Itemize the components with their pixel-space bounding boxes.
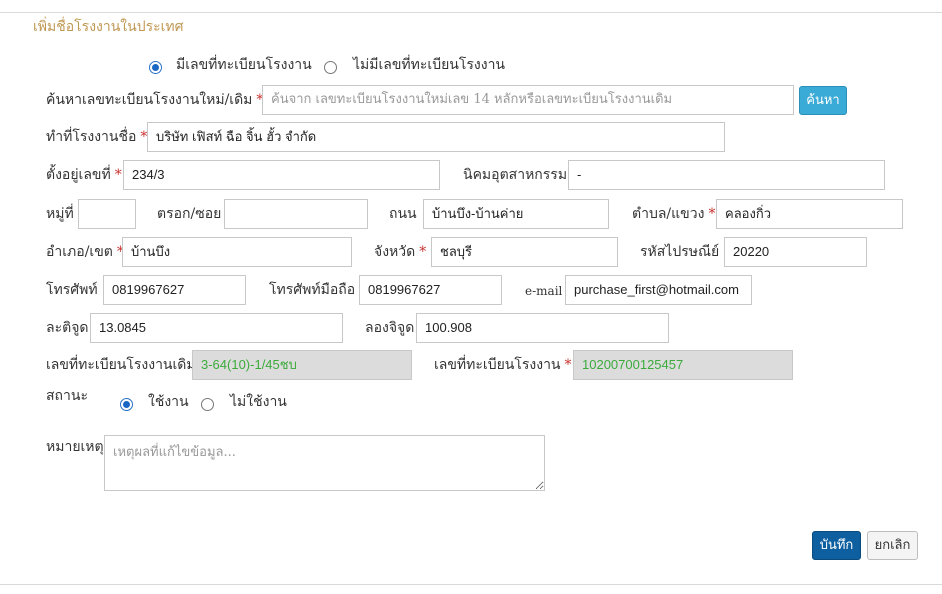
cancel-button[interactable]: ยกเลิก — [867, 531, 918, 560]
section-title: เพิ่มชื่อโรงงานในประเทศ — [33, 19, 184, 35]
moo-input[interactable] — [78, 199, 136, 229]
old-registration-label: เลขที่ทะเบียนโรงงานเดิม — [46, 357, 196, 373]
latitude-input[interactable]: 13.0845 — [90, 313, 343, 343]
bottom-divider — [0, 584, 942, 585]
address-number-input[interactable]: 234/3 — [123, 160, 440, 190]
phone-input[interactable]: 0819967627 — [103, 275, 246, 305]
estate-input[interactable]: - — [568, 160, 885, 190]
search-label: ค้นหาเลขทะเบียนโรงงานใหม่/เดิม * — [46, 92, 264, 108]
address-number-label: ตั้งอยู่เลขที่ * — [46, 167, 122, 183]
status-label: สถานะ — [46, 388, 88, 404]
email-input[interactable]: purchase_first@hotmail.com — [565, 275, 752, 305]
province-input[interactable]: ชลบุรี — [431, 237, 618, 267]
district-label: อำเภอ/เขต * — [46, 244, 124, 260]
latitude-label: ละติจูด — [46, 320, 89, 336]
longitude-label: ลองจิจูด — [365, 320, 415, 336]
radio-has-registration-label[interactable]: มีเลขที่ทะเบียนโรงงาน — [176, 56, 312, 74]
registration-number-field: 10200700125457 — [573, 350, 793, 380]
postcode-label: รหัสไปรษณีย์ — [640, 244, 720, 260]
mobile-input[interactable]: 0819967627 — [359, 275, 502, 305]
district-input[interactable]: บ้านบึง — [122, 237, 352, 267]
top-divider — [0, 12, 942, 13]
required-mark: * — [114, 167, 122, 183]
mobile-label: โทรศัพท์มือถือ — [269, 282, 356, 298]
factory-name-label: ทำที่โรงงานชื่อ * — [46, 129, 148, 145]
phone-label: โทรศัพท์ — [46, 282, 98, 298]
radio-status-active[interactable] — [120, 398, 133, 411]
radio-no-registration[interactable] — [324, 61, 337, 74]
radio-status-active-label[interactable]: ใช้งาน — [148, 393, 189, 411]
search-button[interactable]: ค้นหา — [799, 86, 847, 115]
moo-label: หมู่ที่ — [46, 206, 74, 222]
required-mark: * — [564, 357, 572, 373]
radio-has-registration[interactable] — [149, 61, 162, 74]
soi-input[interactable] — [224, 199, 368, 229]
remark-textarea[interactable] — [104, 435, 545, 491]
required-mark: * — [708, 206, 716, 222]
province-label: จังหวัด * — [374, 244, 427, 260]
required-mark: * — [419, 244, 427, 260]
save-button[interactable]: บันทึก — [812, 531, 861, 560]
soi-label: ตรอก/ซอย — [157, 206, 222, 222]
road-label: ถนน — [389, 206, 417, 222]
registration-number-label: เลขที่ทะเบียนโรงงาน * — [434, 357, 572, 373]
search-input[interactable]: ค้นจาก เลขทะเบียนโรงงานใหม่เลข 14 หลักหร… — [262, 85, 794, 115]
radio-no-registration-label[interactable]: ไม่มีเลขที่ทะเบียนโรงงาน — [353, 56, 505, 74]
subdistrict-input[interactable]: คลองกิ่ว — [716, 199, 903, 229]
subdistrict-label: ตำบล/แขวง * — [632, 206, 716, 222]
road-input[interactable]: บ้านบึง-บ้านค่าย — [423, 199, 609, 229]
radio-status-inactive-label[interactable]: ไม่ใช้งาน — [230, 393, 287, 411]
remark-label: หมายเหตุ — [46, 439, 104, 455]
estate-label: นิคมอุตสาหกรรม — [463, 167, 568, 183]
postcode-input[interactable]: 20220 — [724, 237, 867, 267]
old-registration-field: 3-64(10)-1/45ชบ — [192, 350, 412, 380]
radio-status-inactive[interactable] — [201, 398, 214, 411]
factory-name-input[interactable]: บริษัท เฟิสท์ ฉือ จิ้น ฮั้ว จำกัด — [147, 122, 725, 152]
email-label: e-mail — [525, 284, 563, 298]
longitude-input[interactable]: 100.908 — [416, 313, 669, 343]
